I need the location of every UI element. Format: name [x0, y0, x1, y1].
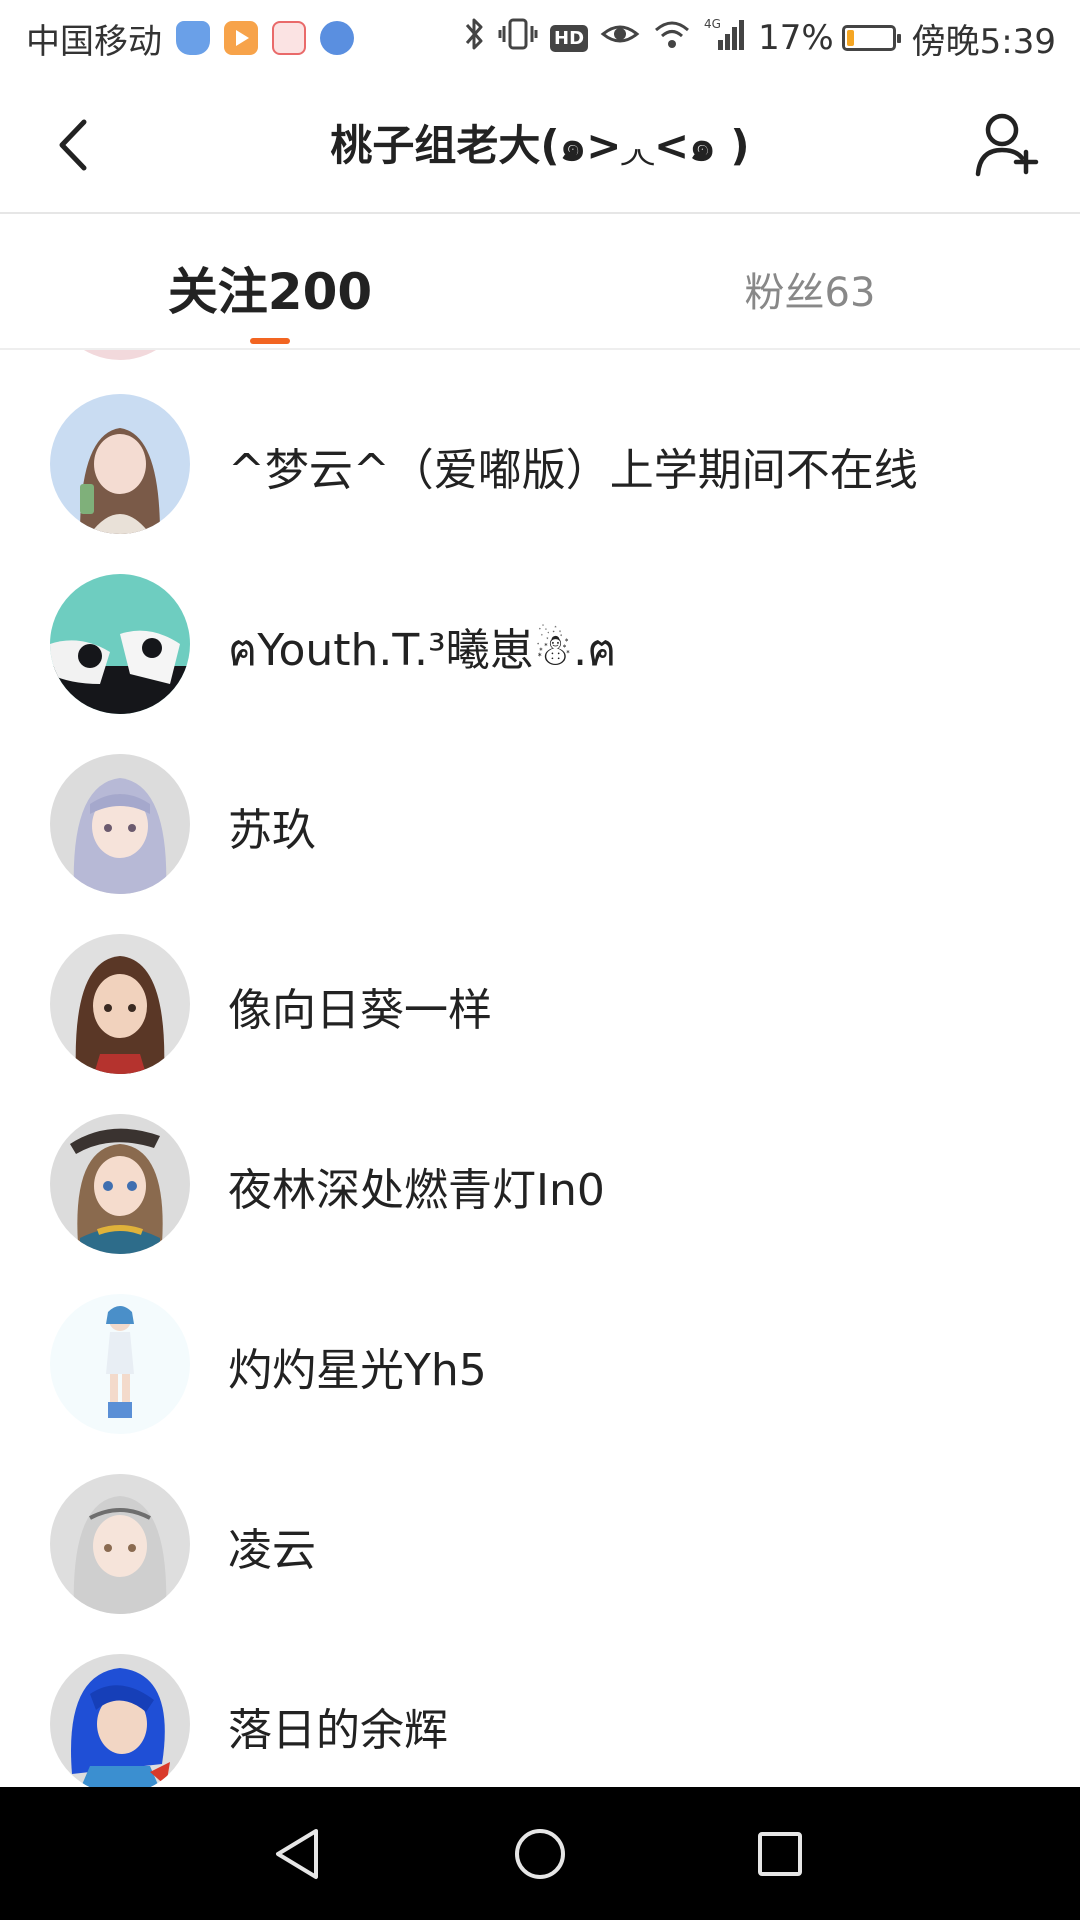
status-time: 傍晚5:39 — [911, 21, 1056, 62]
list-item[interactable]: ฅYouth.T.³曦崽☃.ฅ — [0, 530, 1080, 714]
vibrate-icon — [498, 16, 538, 60]
tab-bar: 关注200 粉丝63 — [0, 214, 1080, 350]
video-app-icon — [224, 21, 258, 55]
beret-anime-avatar[interactable] — [50, 1114, 190, 1254]
eye-icon — [600, 16, 640, 60]
shield-app-icon — [176, 21, 210, 55]
baidu-app-icon — [272, 21, 306, 55]
status-bar: 中国移动 HD 4G 17% 傍晚5:39 — [0, 0, 1080, 76]
tab-following-label: 关注200 — [167, 263, 373, 321]
browser-app-icon — [320, 21, 354, 55]
list-item[interactable]: 落日的余辉 — [0, 1610, 1080, 1787]
list-item[interactable]: 凌云 — [0, 1430, 1080, 1614]
nav-home-icon — [515, 1829, 565, 1879]
nav-recent-button[interactable] — [745, 1819, 815, 1889]
page-title: 桃子组老大(๑>◞◟<๑ ) — [330, 121, 750, 170]
battery-percent: 17% — [758, 18, 834, 58]
list-item[interactable]: 灼灼星光Yh5 — [0, 1250, 1080, 1434]
system-nav-bar — [0, 1787, 1080, 1920]
user-name: 像向日葵一样 — [228, 985, 492, 1036]
back-button[interactable] — [40, 110, 110, 180]
list-item[interactable]: ^梦云^（爱嘟版）上学期间不在线 — [0, 350, 1080, 534]
teal-illustration-avatar[interactable] — [50, 574, 190, 714]
battery-level-fill — [846, 30, 854, 46]
blue-hair-anime-avatar[interactable] — [50, 1654, 190, 1787]
brown-hair-anime-avatar[interactable] — [50, 934, 190, 1074]
wifi-icon — [652, 16, 692, 60]
silver-hair-anime-avatar[interactable] — [50, 754, 190, 894]
list-item[interactable]: 像向日葵一样 — [0, 890, 1080, 1074]
tab-fans-label: 粉丝63 — [744, 270, 876, 316]
user-name: 凌云 — [228, 1525, 316, 1576]
user-name: ^梦云^（爱嘟版）上学期间不在线 — [228, 445, 918, 496]
chevron-left-icon — [59, 119, 87, 171]
nav-recent-icon — [758, 1832, 802, 1876]
battery-icon — [841, 25, 901, 51]
tab-following[interactable]: 关注200 — [0, 214, 540, 348]
list-item[interactable]: 苏玖 — [0, 710, 1080, 894]
user-name: 苏玖 — [228, 805, 316, 856]
user-name: ฅYouth.T.³曦崽☃.ฅ — [228, 625, 617, 676]
nav-back-button[interactable] — [264, 1819, 334, 1889]
network-type-label: 4G — [704, 17, 721, 31]
list-item[interactable]: 夜林深处燃青灯In0 — [0, 1070, 1080, 1254]
following-list[interactable]: ^梦云^（爱嘟版）上学期间不在线 ฅYouth.T.³曦崽☃.ฅ 苏玖 像向日葵… — [0, 350, 1080, 1787]
full-body-anime-avatar[interactable] — [50, 1294, 190, 1434]
tab-fans[interactable]: 粉丝63 — [540, 214, 1080, 348]
hd-icon: HD — [550, 24, 589, 52]
carrier-name: 中国移动 — [26, 21, 162, 62]
girl-portrait-avatar[interactable] — [50, 394, 190, 534]
signal-icon: 4G — [704, 16, 748, 60]
user-name: 夜林深处燃青灯In0 — [228, 1165, 605, 1216]
nav-home-button[interactable] — [505, 1819, 575, 1889]
status-right: HD 4G 17% 傍晚5:39 — [452, 14, 1056, 62]
user-name: 灼灼星光Yh5 — [228, 1345, 487, 1396]
add-friend-icon — [975, 113, 1039, 177]
active-tab-indicator — [250, 338, 290, 344]
user-name: 落日的余辉 — [228, 1705, 448, 1756]
status-left: 中国移动 — [26, 14, 368, 62]
bluetooth-icon — [464, 16, 486, 60]
white-hair-anime-avatar[interactable] — [50, 1474, 190, 1614]
nav-back-icon — [276, 1829, 318, 1879]
header: 桃子组老大(๑>◞◟<๑ ) — [0, 76, 1080, 214]
add-friend-button[interactable] — [970, 106, 1048, 184]
